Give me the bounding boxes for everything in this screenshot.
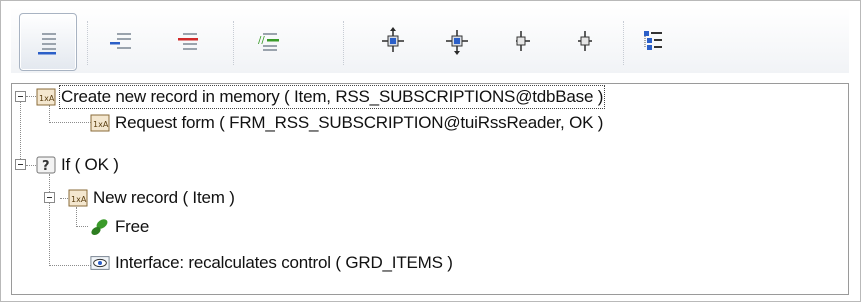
node-label: New record ( Item ) xyxy=(93,188,235,207)
tree-node[interactable]: Interface: recalculates control ( GRD_IT… xyxy=(90,251,453,275)
toolbar-separator xyxy=(233,21,234,65)
svg-text:1xA: 1xA xyxy=(39,94,55,103)
action-icon: 1xA xyxy=(36,87,56,107)
move-left-icon xyxy=(516,31,530,51)
tree-connector xyxy=(49,265,91,266)
editor-window: // 1xA Create new record in memory (Ite… xyxy=(0,0,861,302)
collapse-node-button[interactable] xyxy=(15,159,26,170)
eye-icon xyxy=(90,253,110,273)
tree-node[interactable]: 1xA New record ( Item ) xyxy=(68,186,235,210)
outdent-blue-button[interactable] xyxy=(95,13,151,69)
tree-connector xyxy=(76,207,77,227)
move-crosshair-gray-2-button[interactable] xyxy=(557,13,613,69)
tree-node[interactable]: Free xyxy=(90,215,149,239)
collapse-node-button[interactable] xyxy=(44,192,55,203)
outdent-red-icon xyxy=(178,33,198,50)
move-crosshair-blue-2-button[interactable] xyxy=(429,13,485,69)
indent-lines-icon xyxy=(38,33,56,55)
leaf-icon xyxy=(90,217,110,237)
action-icon: 1xA xyxy=(68,188,88,208)
move-up-icon xyxy=(382,27,404,52)
toolbar-separator xyxy=(343,21,344,65)
collapse-node-button[interactable] xyxy=(15,91,26,102)
tree-connector xyxy=(26,165,36,166)
indent-lines-button[interactable] xyxy=(19,13,77,71)
tree-view-icon xyxy=(644,31,662,50)
node-label: Free xyxy=(115,217,150,236)
move-crosshair-gray-button[interactable] xyxy=(493,13,549,69)
comment-lines-icon: // xyxy=(258,33,279,51)
svg-text:1xA: 1xA xyxy=(93,120,109,129)
svg-text:?: ? xyxy=(42,159,50,174)
tree-view-button[interactable] xyxy=(625,13,681,69)
toolbar: // xyxy=(11,7,849,73)
tree-node[interactable]: 1xA Create new record in memory ( Item, … xyxy=(36,85,606,109)
node-label: Create new record in memory ( Item, RSS_… xyxy=(58,85,606,109)
svg-text://: // xyxy=(258,35,265,46)
outdent-blue-icon xyxy=(110,33,131,49)
move-right-icon xyxy=(578,31,592,51)
comment-lines-button[interactable]: // xyxy=(241,13,297,69)
action-tree: 1xA Create new record in memory ( Item, … xyxy=(11,83,849,295)
tree-node[interactable]: ? If ( OK ) xyxy=(36,153,119,177)
tree-connector xyxy=(20,101,21,167)
tree-connector xyxy=(49,122,91,123)
move-crosshair-blue-button[interactable] xyxy=(365,13,421,69)
question-icon: ? xyxy=(36,155,56,175)
svg-text:1xA: 1xA xyxy=(71,195,87,204)
tree-connector xyxy=(26,96,36,97)
action-icon: 1xA xyxy=(90,113,110,133)
outdent-red-button[interactable] xyxy=(161,13,217,69)
tree-node[interactable]: 1xA Request form ( FRM_RSS_SUBSCRIPTION@… xyxy=(90,111,603,135)
move-down-icon xyxy=(446,30,468,55)
tree-connector xyxy=(76,226,88,227)
toolbar-separator xyxy=(87,21,88,65)
toolbar-separator xyxy=(623,21,624,65)
node-label: Interface: recalculates control ( GRD_IT… xyxy=(115,253,453,272)
tree-connector xyxy=(49,174,50,266)
node-label: Request form ( FRM_RSS_SUBSCRIPTION@tuiR… xyxy=(115,113,604,132)
node-label: If ( OK ) xyxy=(61,155,119,174)
